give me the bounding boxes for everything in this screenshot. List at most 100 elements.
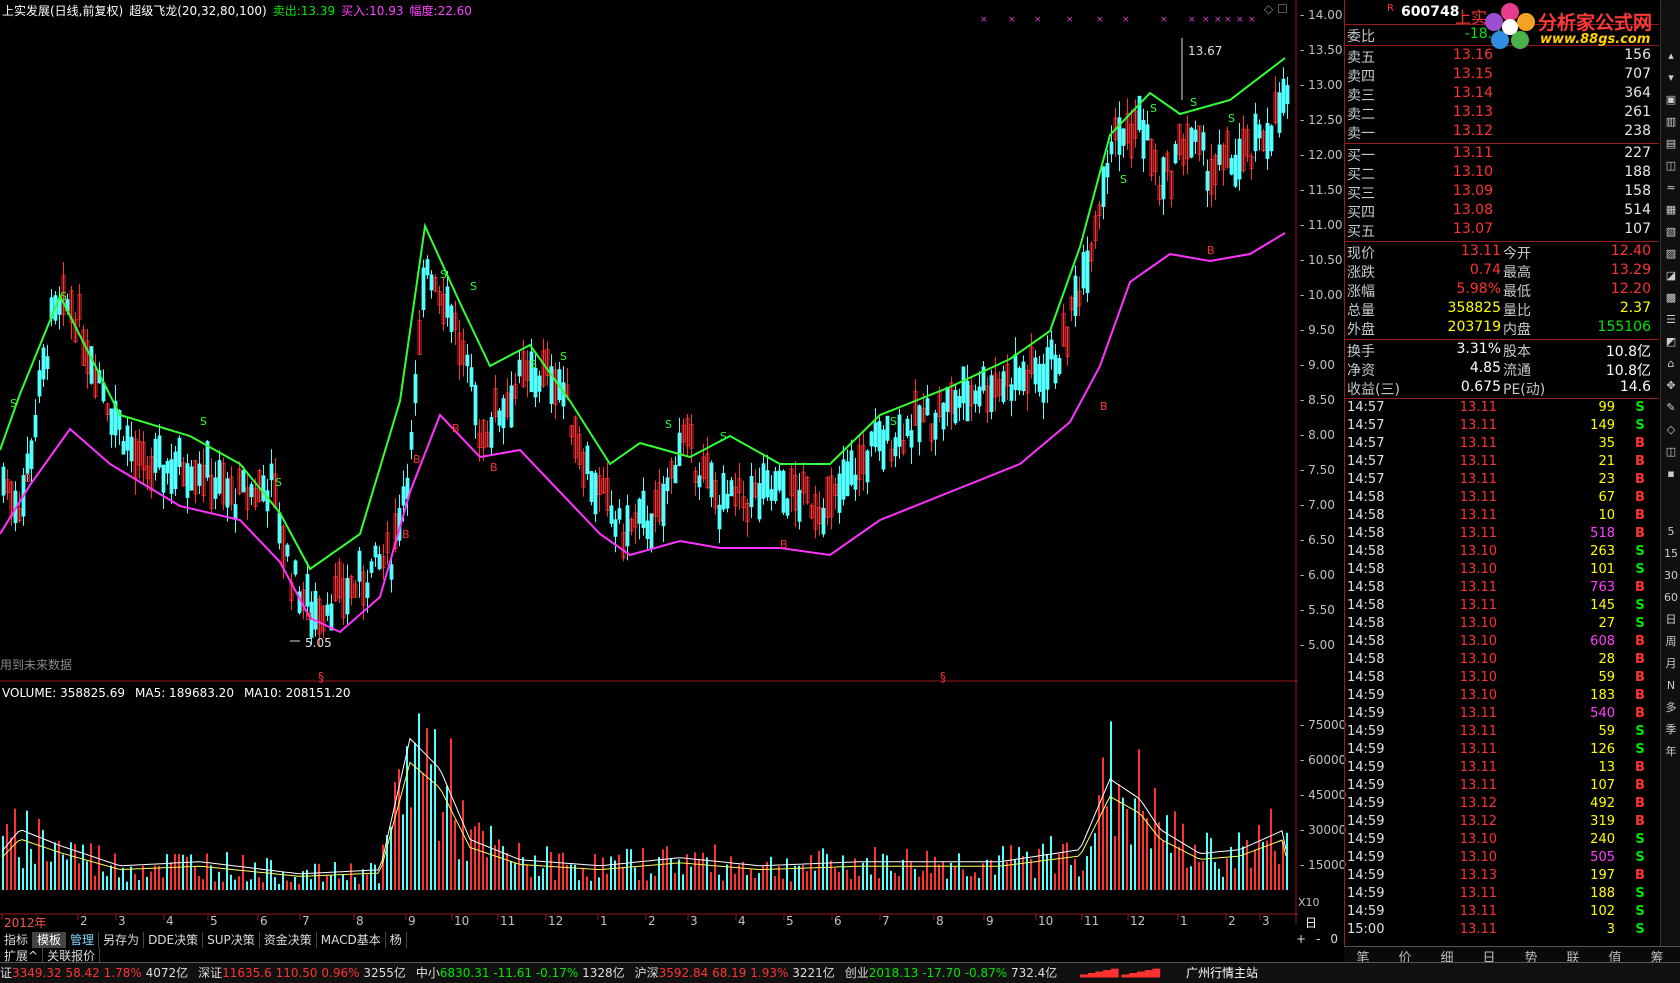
period-button[interactable]: 多 [1663, 700, 1679, 716]
chart-icon[interactable]: ◇ [1663, 422, 1679, 438]
candle-body [1021, 361, 1026, 392]
volume-bar [110, 865, 112, 890]
candle-body [389, 564, 394, 580]
candle-body [941, 402, 946, 430]
chart-icon[interactable]: ▤ [1663, 136, 1679, 152]
period-button[interactable]: 60 [1663, 590, 1679, 606]
chart-icon[interactable]: ≈ [1663, 180, 1679, 196]
tick-volume: 240 [1590, 832, 1615, 847]
volume-bar [274, 877, 276, 890]
chart-icon[interactable]: ◪ [1663, 268, 1679, 284]
chart-area[interactable]: S S S S S S S S S S S S S S S B B B B B B B B B × × × × × × × × × × × × × 上实… [0, 0, 1346, 947]
candle-body [893, 437, 898, 457]
tick-volume: 23 [1598, 472, 1615, 487]
candlestick-chart[interactable]: SSSSSSSSSSSSS SSBBBBBBBBB× × × × × × × × × × × × × [0, 0, 1298, 924]
tick-direction: B [1635, 670, 1645, 685]
chart-options-icon[interactable]: ◇ ☐ [1264, 2, 1288, 16]
volume-bar [122, 867, 124, 890]
period-button[interactable]: 15 [1663, 546, 1679, 562]
indicator-tab[interactable]: 资金决策 [260, 932, 317, 948]
tick-price: 13.11 [1459, 454, 1497, 469]
tick-row: 14:59 13.11 126 S [1345, 742, 1659, 760]
chart-icon[interactable]: ◩ [1663, 334, 1679, 350]
indicator-tab[interactable]: 模板 [33, 932, 67, 948]
period-button[interactable]: N [1663, 678, 1679, 694]
chart-icon[interactable]: ☰ [1663, 312, 1679, 328]
chart-icon[interactable]: ◫ [1663, 444, 1679, 460]
month-tick-label: 7 [302, 914, 310, 928]
chart-icon[interactable]: ◫ [1663, 158, 1679, 174]
volume-bar [618, 854, 620, 890]
volume-bar [522, 857, 524, 890]
signal-cross-marker: × [1008, 15, 1016, 25]
volume-bar [222, 881, 224, 890]
chart-icon[interactable]: ▦ [1663, 202, 1679, 218]
quote-label: 今开 [1503, 246, 1531, 262]
chart-icon[interactable]: ▩ [1663, 290, 1679, 306]
volume-bar [766, 861, 768, 890]
volume-bar [58, 840, 60, 890]
tick-volume: 28 [1598, 652, 1615, 667]
index-percent: -0.17% [532, 966, 579, 980]
volume-bar [978, 877, 980, 890]
indicator-tab[interactable]: MACD基本 [317, 932, 386, 948]
tick-row: 14:58 13.10 263 S [1345, 544, 1659, 562]
volume-bar [314, 863, 316, 890]
volume-bar [454, 819, 456, 890]
tick-time: 14:58 [1347, 598, 1385, 613]
indicator-tab[interactable]: 管理 [66, 932, 100, 948]
period-button[interactable]: 季 [1663, 722, 1679, 738]
period-button[interactable]: 5 [1663, 524, 1679, 540]
zoom-in-button[interactable]: + [1296, 932, 1306, 946]
signal-cross-marker: × [1188, 15, 1196, 25]
buy-signal-marker: B [1100, 400, 1108, 413]
volume-bar [798, 865, 800, 890]
month-tick-label: 2 [80, 914, 88, 928]
tick-volume: 149 [1590, 418, 1615, 433]
chart-icon[interactable]: ▨ [1663, 246, 1679, 262]
month-tick-label: 8 [936, 914, 944, 928]
chart-icon[interactable]: ✎ [1663, 400, 1679, 416]
chart-icon[interactable]: ▣ [1663, 92, 1679, 108]
period-button[interactable]: 周 [1663, 634, 1679, 650]
tick-direction: B [1635, 526, 1645, 541]
indicator-tab[interactable]: 杨 [386, 932, 407, 948]
candle-body [853, 474, 858, 490]
period-button[interactable]: 30 [1663, 568, 1679, 584]
bid-label: 买一 [1347, 148, 1375, 164]
fundamental-value: 0.675 [1460, 379, 1501, 395]
chart-icon[interactable]: ✥ [1663, 378, 1679, 394]
chart-icon[interactable]: ▥ [1663, 114, 1679, 130]
chart-icon[interactable]: ▧ [1663, 224, 1679, 240]
tick-row: 14:58 13.11 763 B [1345, 580, 1659, 598]
volume-bar [822, 848, 824, 890]
index-quote: 证3349.32 58.42 1.78% 4072亿 [0, 966, 188, 980]
period-button[interactable]: 月 [1663, 656, 1679, 672]
bid-label: 买五 [1347, 224, 1375, 240]
up-icon[interactable]: ▴ [1663, 48, 1679, 64]
tick-direction: S [1635, 544, 1645, 559]
period-button[interactable]: 年 [1663, 744, 1679, 760]
indicator-tab[interactable]: 指标 [0, 932, 34, 948]
down-icon[interactable]: ▾ [1663, 70, 1679, 86]
candle-body [729, 480, 734, 497]
indicator-tab[interactable]: DDE决策 [144, 932, 204, 948]
indicator-tab[interactable]: SUP决策 [203, 932, 260, 948]
chart-icon[interactable]: ⌂ [1663, 356, 1679, 372]
tick-row: 14:57 13.11 35 B [1345, 436, 1659, 454]
volume-bar [1214, 862, 1216, 890]
volume-bar [782, 878, 784, 890]
indicator-tab[interactable]: 另存为 [99, 932, 145, 948]
candle-body [1017, 367, 1022, 391]
period-button[interactable]: 日 [1663, 612, 1679, 628]
volume-bar [1146, 817, 1148, 890]
volume-ma5: MA5: 189683.20 [135, 686, 234, 700]
chart-icon[interactable]: ▪ [1663, 466, 1679, 482]
zoom-reset-button[interactable]: 0 [1330, 932, 1338, 946]
bid-price: 13.07 [1452, 221, 1493, 237]
zoom-out-button[interactable]: - [1316, 932, 1320, 946]
volume-bar [606, 874, 608, 890]
index-change: 68.19 [708, 966, 747, 980]
volume-bar [738, 864, 740, 890]
volume-bar [150, 871, 152, 890]
